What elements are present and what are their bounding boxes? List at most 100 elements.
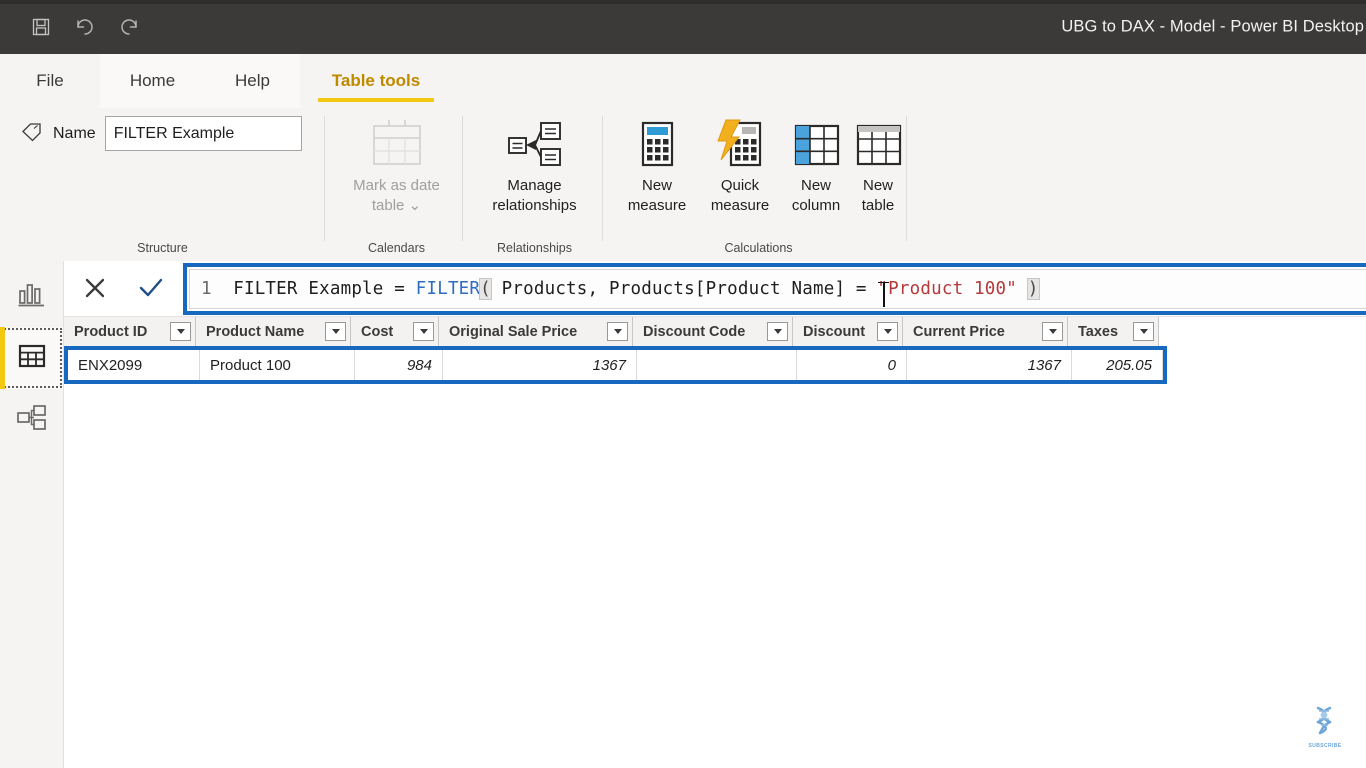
formula-input-inner[interactable]: 1 FILTER Example = FILTER( Products, Pro… bbox=[189, 269, 1366, 309]
tab-table-tools[interactable]: Table tools bbox=[300, 54, 452, 108]
grid-cell[interactable]: Product 100 bbox=[200, 350, 355, 380]
tab-help-label: Help bbox=[235, 71, 270, 90]
sidebar-item-data-view[interactable] bbox=[0, 327, 63, 389]
column-filter-dropdown-icon[interactable] bbox=[877, 322, 898, 341]
column-filter-dropdown-icon[interactable] bbox=[607, 322, 628, 341]
name-label: Name bbox=[53, 124, 96, 142]
grid-column-header-label: Discount Code bbox=[643, 323, 746, 340]
new-table-icon bbox=[852, 114, 904, 176]
tab-home-label: Home bbox=[129, 71, 176, 90]
group-divider bbox=[462, 116, 463, 241]
group-label-calculations: Calculations bbox=[724, 241, 793, 255]
relationships-icon bbox=[505, 114, 565, 176]
group-label-structure: Structure bbox=[137, 241, 188, 255]
ribbon-group-calendars: Mark as date table ⌄ Calendars bbox=[330, 108, 463, 261]
grid-cell[interactable]: 1367 bbox=[443, 350, 637, 380]
mark-as-date-table-label: Mark as date table ⌄ bbox=[353, 177, 440, 215]
table-name-row: Name bbox=[20, 116, 302, 151]
tab-help[interactable]: Help bbox=[205, 54, 300, 108]
column-filter-dropdown-icon[interactable] bbox=[1042, 322, 1063, 341]
formula-input-box[interactable]: 1 FILTER Example = FILTER( Products, Pro… bbox=[183, 263, 1366, 315]
tag-icon bbox=[20, 120, 44, 147]
chevron-down-icon bbox=[176, 329, 185, 334]
quick-measure-label: Quick measure bbox=[710, 177, 770, 215]
tab-table-tools-label: Table tools bbox=[331, 71, 421, 90]
column-filter-dropdown-icon[interactable] bbox=[767, 322, 788, 341]
commit-formula-icon[interactable] bbox=[128, 265, 174, 311]
grid-column-header[interactable]: Product Name bbox=[196, 317, 351, 346]
formula-token-string: Product 100" bbox=[888, 279, 1017, 299]
save-icon[interactable] bbox=[26, 12, 56, 42]
column-filter-dropdown-icon[interactable] bbox=[413, 322, 434, 341]
manage-relationships-button[interactable]: Manage relationships bbox=[472, 114, 597, 230]
quick-access-toolbar bbox=[0, 12, 144, 42]
grid-header-row: Product ID Product Name Cost Original Sale … bbox=[64, 317, 1159, 346]
sidebar-item-report-view[interactable] bbox=[0, 265, 63, 327]
column-filter-dropdown-icon[interactable] bbox=[325, 322, 346, 341]
calendar-icon bbox=[368, 114, 426, 176]
data-grid: Product ID Product Name Cost Original Sale … bbox=[64, 317, 1366, 768]
cancel-formula-icon[interactable] bbox=[72, 265, 118, 311]
table-name-input[interactable] bbox=[104, 116, 302, 151]
ribbon-group-relationships: Manage relationships Relationships bbox=[466, 108, 603, 261]
title-bar-strip bbox=[0, 0, 1366, 4]
grid-column-header[interactable]: Product ID bbox=[64, 317, 196, 346]
grid-cell[interactable]: 0 bbox=[797, 350, 907, 380]
grid-column-header-label: Taxes bbox=[1078, 323, 1119, 340]
column-filter-dropdown-icon[interactable] bbox=[1133, 322, 1154, 341]
chevron-down-icon bbox=[1048, 329, 1057, 334]
chevron-down-icon bbox=[613, 329, 622, 334]
new-table-button[interactable]: New table bbox=[852, 114, 904, 230]
new-column-button[interactable]: New column bbox=[780, 114, 852, 230]
undo-icon[interactable] bbox=[70, 12, 100, 42]
ribbon-group-calculations: New measure Quick measure New column New… bbox=[610, 108, 907, 261]
subscribe-label: SUBSCRIBE bbox=[1308, 743, 1342, 749]
ribbon-body: Name Structure Mark as date table ⌄ bbox=[0, 108, 1366, 261]
grid-column-header[interactable]: Discount bbox=[793, 317, 903, 346]
grid-cell[interactable]: 205.05 bbox=[1072, 350, 1163, 380]
quick-measure-icon bbox=[712, 114, 768, 176]
grid-cell[interactable] bbox=[637, 350, 797, 380]
quick-measure-button[interactable]: Quick measure bbox=[700, 114, 780, 230]
table-row[interactable]: ENX2099 Product 100 984 1367 0 1367 205.05 bbox=[68, 350, 1163, 380]
new-measure-button[interactable]: New measure bbox=[614, 114, 700, 230]
grid-column-header-label: Product Name bbox=[206, 323, 305, 340]
formula-line-number: 1 bbox=[201, 279, 234, 299]
tab-file-label: File bbox=[36, 71, 64, 90]
grid-column-header[interactable]: Cost bbox=[351, 317, 439, 346]
grid-column-header[interactable]: Discount Code bbox=[633, 317, 793, 346]
grid-cell[interactable]: ENX2099 bbox=[68, 350, 200, 380]
grid-column-header[interactable]: Current Price bbox=[903, 317, 1068, 346]
grid-cell[interactable]: 984 bbox=[355, 350, 443, 380]
grid-cell[interactable]: 1367 bbox=[907, 350, 1072, 380]
tab-home[interactable]: Home bbox=[100, 54, 205, 108]
grid-column-header[interactable]: Original Sale Price bbox=[439, 317, 633, 346]
subscribe-watermark: SUBSCRIBE bbox=[1300, 702, 1350, 750]
redo-icon[interactable] bbox=[114, 12, 144, 42]
formula-token-paren: ( bbox=[479, 278, 492, 300]
grid-background bbox=[64, 317, 1366, 768]
formula-token-plain: Products, Products[Product Name] = bbox=[490, 279, 878, 299]
mark-as-date-table-button[interactable]: Mark as date table ⌄ bbox=[336, 114, 457, 230]
grid-column-header[interactable]: Taxes bbox=[1068, 317, 1159, 346]
formula-text: 1 FILTER Example = FILTER( Products, Pro… bbox=[201, 278, 1040, 308]
new-table-label: New table bbox=[861, 177, 895, 215]
new-measure-label: New measure bbox=[627, 177, 687, 215]
group-divider bbox=[324, 116, 325, 241]
grid-column-header-label: Discount bbox=[803, 323, 866, 340]
grid-column-header-label: Original Sale Price bbox=[449, 323, 578, 340]
tab-file[interactable]: File bbox=[0, 54, 100, 108]
chevron-down-icon bbox=[331, 329, 340, 334]
ribbon-tab-strip: File Home Help Table tools bbox=[0, 54, 1366, 108]
chevron-down-icon bbox=[773, 329, 782, 334]
dna-helix-icon bbox=[1308, 703, 1342, 742]
column-filter-dropdown-icon[interactable] bbox=[170, 322, 191, 341]
chevron-down-icon bbox=[883, 329, 892, 334]
chevron-down-icon bbox=[419, 329, 428, 334]
grid-column-header-label: Current Price bbox=[913, 323, 1005, 340]
title-bar: UBG to DAX - Model - Power BI Desktop bbox=[0, 0, 1366, 54]
formula-token-function: FILTER bbox=[415, 279, 481, 299]
grid-column-header-label: Product ID bbox=[74, 323, 148, 340]
group-label-relationships: Relationships bbox=[496, 241, 573, 255]
sidebar-item-model-view[interactable] bbox=[0, 389, 63, 451]
